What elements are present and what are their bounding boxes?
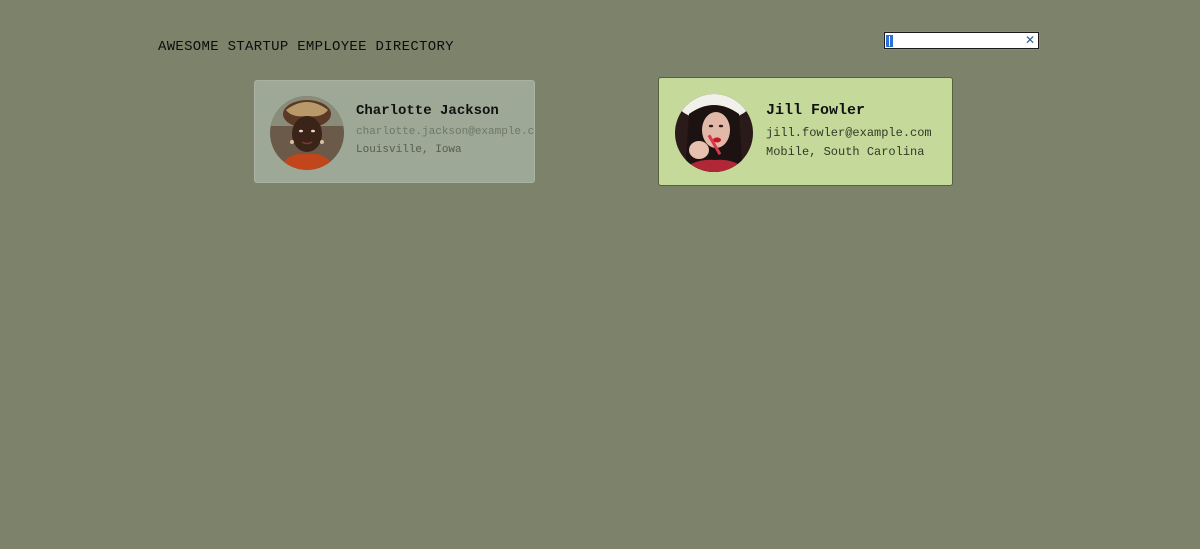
avatar [270,96,344,170]
employee-location: Mobile, South Carolina [766,145,925,159]
avatar-photo [675,94,753,172]
avatar [675,94,753,172]
directory-page: AWESOME STARTUP EMPLOYEE DIRECTORY ✕ Cha… [0,0,1200,549]
employee-email: jill.fowler@example.com [766,126,932,140]
employee-name: Charlotte Jackson [356,103,499,119]
employee-email: charlotte.jackson@example.com [356,126,535,138]
employee-card[interactable]: Jill Fowler jill.fowler@example.com Mobi… [658,77,953,186]
employee-name: Jill Fowler [766,102,866,119]
close-icon[interactable]: ✕ [1024,33,1036,48]
employee-location: Louisville, Iowa [356,144,462,156]
search-box[interactable]: ✕ [883,31,1040,50]
page-title: AWESOME STARTUP EMPLOYEE DIRECTORY [158,39,454,55]
search-input[interactable] [887,34,1022,47]
avatar-photo [270,96,344,170]
employee-card[interactable]: Charlotte Jackson charlotte.jackson@exam… [254,80,535,183]
